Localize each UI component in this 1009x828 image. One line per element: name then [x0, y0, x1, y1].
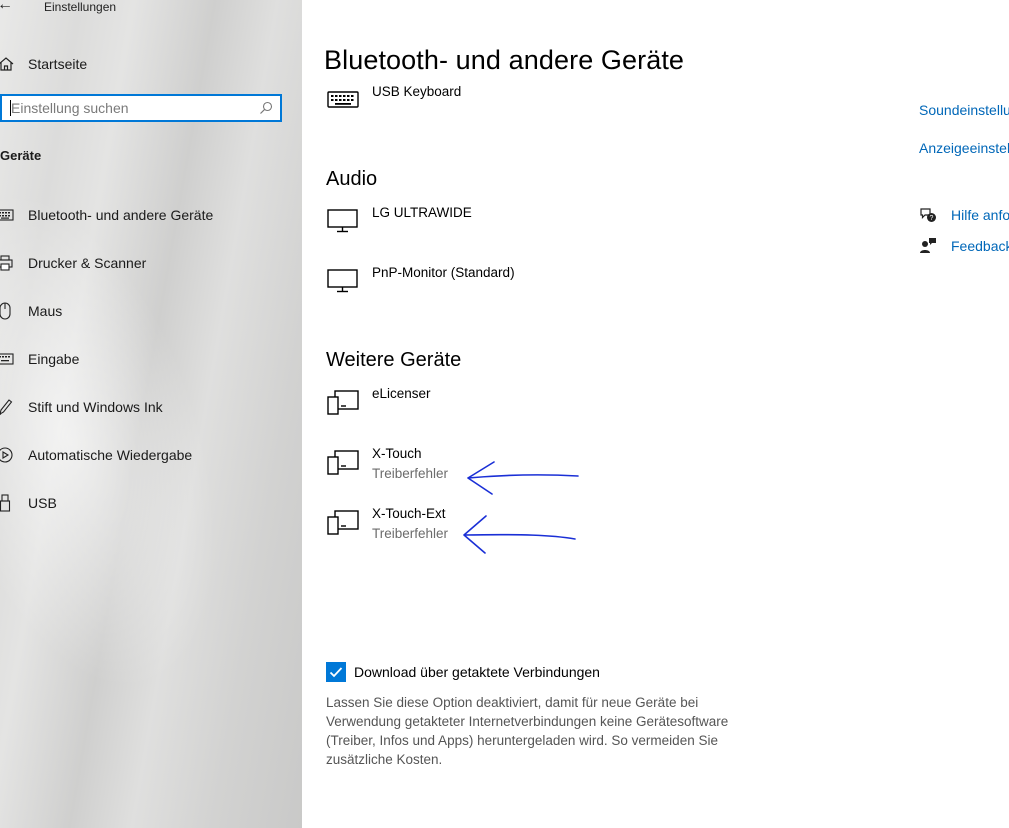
device-name: USB Keyboard [372, 84, 462, 99]
generic-device-icon [327, 450, 359, 475]
mouse-icon [0, 302, 14, 320]
other-devices-heading: Weitere Geräte [326, 349, 462, 371]
monitor-icon [327, 269, 358, 293]
keyboard-icon [0, 206, 14, 224]
feedback-label: Feedback [951, 238, 1009, 254]
text-caret [10, 100, 11, 116]
usb-icon [0, 494, 14, 512]
sidebar-item-printers[interactable]: Drucker & Scanner [0, 251, 300, 275]
sidebar-item-mouse[interactable]: Maus [0, 299, 300, 323]
sidebar-section-title: Geräte [0, 148, 42, 163]
search-box[interactable] [0, 94, 282, 122]
checkmark-icon [329, 667, 343, 678]
sidebar-item-label: Drucker & Scanner [28, 255, 147, 271]
home-icon [0, 57, 14, 71]
title-bar: ← Einstellungen [0, 0, 302, 14]
sidebar-item-usb[interactable]: USB [0, 491, 300, 515]
display-settings-link[interactable]: Anzeigeeinstel [919, 140, 1009, 156]
device-status: Treiberfehler [372, 526, 449, 541]
generic-device-icon [327, 390, 359, 415]
main-content: Bluetooth- und andere Geräte USB Keyboar… [302, 0, 1009, 828]
sidebar-item-label: Maus [28, 303, 63, 319]
sidebar-item-pen[interactable]: Stift und Windows Ink [0, 395, 300, 419]
app-title: Einstellungen [44, 0, 117, 14]
device-status: Treiberfehler [372, 466, 449, 481]
device-name: PnP-Monitor (Standard) [372, 265, 515, 280]
sidebar-item-label: Eingabe [28, 351, 80, 367]
sidebar-item-bluetooth[interactable]: Bluetooth- und andere Geräte [0, 203, 300, 227]
get-help-link[interactable]: ? Hilfe anfo [919, 206, 1009, 224]
sidebar: ← Einstellungen Startseite Geräte Blueto… [0, 0, 302, 828]
printer-icon [0, 254, 14, 272]
generic-device-icon [327, 510, 359, 535]
monitor-icon [327, 209, 358, 233]
page-title: Bluetooth- und andere Geräte [324, 45, 685, 75]
feedback-link[interactable]: Feedback [919, 237, 1009, 255]
help-chat-icon: ? [920, 208, 936, 222]
device-name: LG ULTRAWIDE [372, 205, 472, 220]
metered-download-label: Download über getaktete Verbindungen [354, 664, 600, 680]
sidebar-item-label: Automatische Wiedergabe [28, 447, 193, 463]
keyboard-icon [0, 350, 14, 368]
sidebar-item-label: USB [28, 495, 57, 511]
svg-text:?: ? [930, 215, 934, 222]
sidebar-item-typing[interactable]: Eingabe [0, 347, 300, 371]
sidebar-item-autoplay[interactable]: Automatische Wiedergabe [0, 443, 300, 467]
metered-download-option[interactable]: Download über getaktete Verbindungen [326, 662, 600, 682]
audio-heading: Audio [326, 168, 378, 190]
metered-download-description: Lassen Sie diese Option deaktiviert, dam… [326, 695, 729, 767]
device-name: eLicenser [372, 386, 431, 401]
keyboard-icon [327, 91, 359, 108]
device-name: X-Touch-Ext [372, 506, 446, 521]
metered-download-checkbox[interactable] [326, 662, 346, 682]
pen-icon [0, 398, 14, 416]
sidebar-item-home[interactable]: Startseite [0, 52, 87, 76]
search-icon[interactable] [259, 101, 273, 115]
autoplay-icon [0, 446, 14, 464]
sidebar-background-glare [0, 152, 274, 728]
get-help-label: Hilfe anfo [951, 207, 1009, 223]
sidebar-item-label: Startseite [28, 56, 88, 72]
feedback-icon [920, 238, 936, 253]
sound-settings-link[interactable]: Soundeinstellu [919, 102, 1009, 118]
annotation-arrow [463, 515, 576, 554]
back-arrow-icon[interactable]: ← [0, 0, 13, 13]
sidebar-item-label: Bluetooth- und andere Geräte [28, 207, 214, 223]
annotation-arrow [467, 461, 579, 495]
sidebar-item-label: Stift und Windows Ink [28, 399, 163, 415]
device-name: X-Touch [372, 446, 422, 461]
search-input[interactable] [2, 96, 251, 120]
